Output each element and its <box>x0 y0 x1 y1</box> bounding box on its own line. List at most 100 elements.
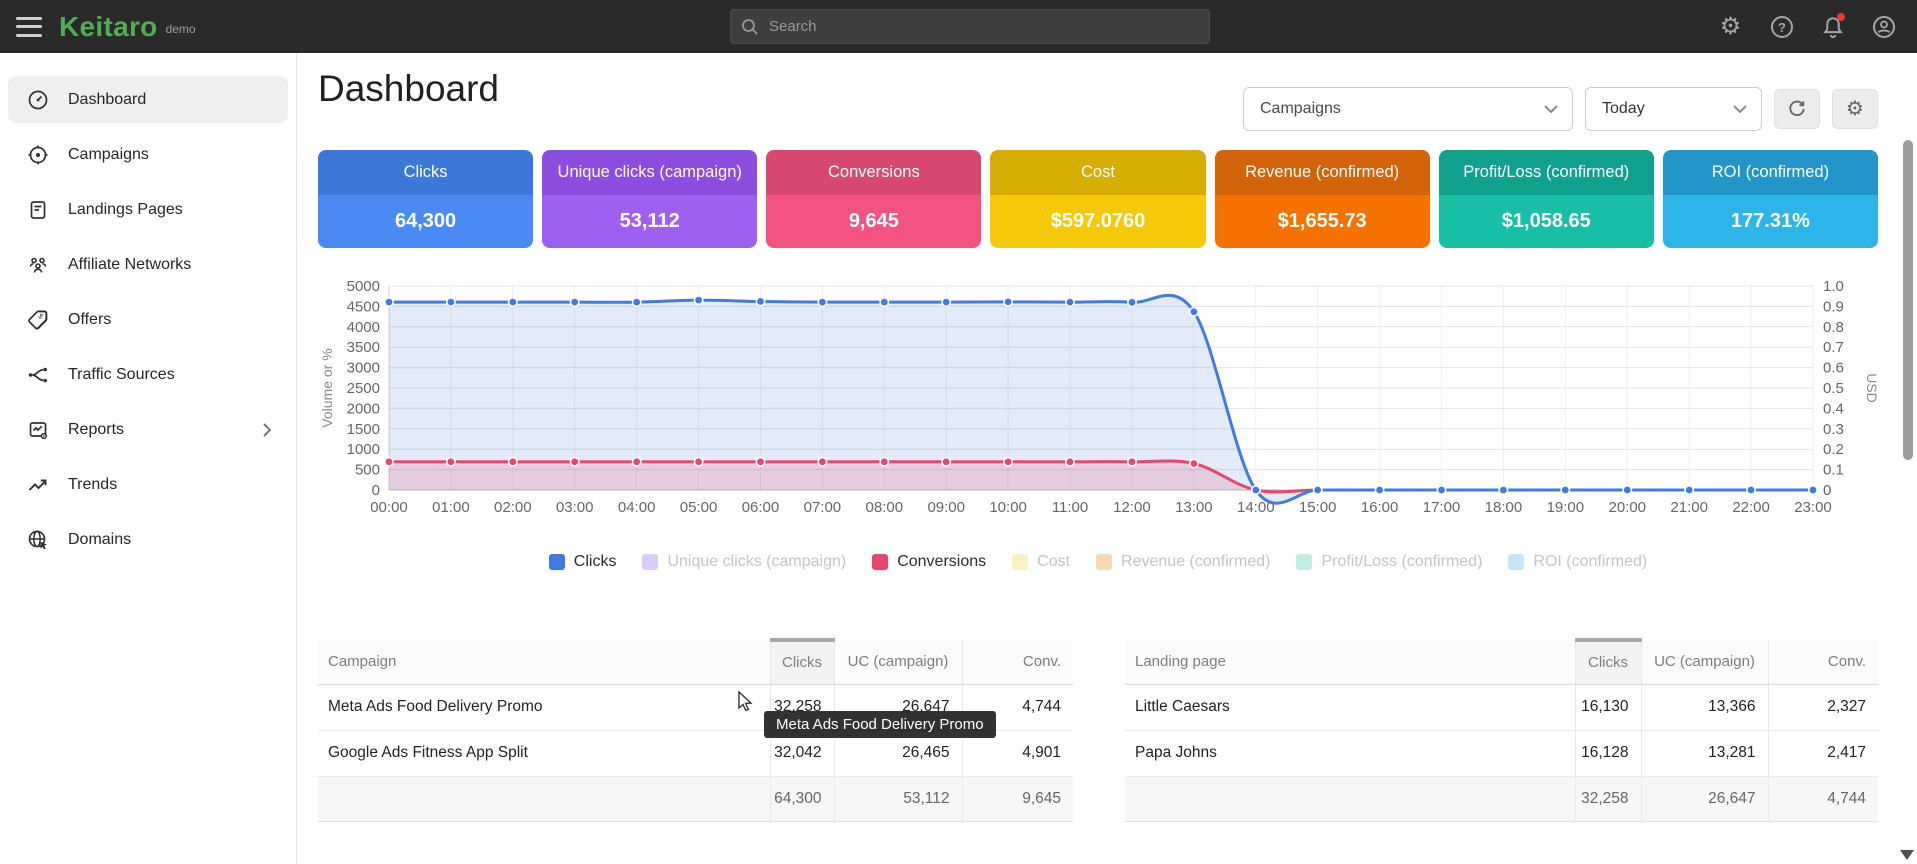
sidebar-item-landings-pages[interactable]: Landings Pages <box>8 186 288 233</box>
stat-card-cost: Cost $597.0760 <box>990 150 1205 248</box>
column-header-campaign[interactable]: Campaign <box>318 640 770 684</box>
column-header-uc-campaign[interactable]: UC (campaign) <box>1641 640 1768 684</box>
legend-item-clicks[interactable]: Clicks <box>549 553 617 571</box>
gauge-icon <box>26 88 50 112</box>
chevron-down-icon <box>1544 105 1558 114</box>
svg-text:1500: 1500 <box>347 421 380 438</box>
target-icon <box>26 143 50 167</box>
legend-item-cost[interactable]: Cost <box>1012 553 1070 571</box>
globe-cursor-icon <box>26 528 50 552</box>
svg-text:02:00: 02:00 <box>494 499 532 516</box>
people-group-icon <box>26 253 50 277</box>
legend-label: Conversions <box>897 553 986 571</box>
grouping-select-value: Campaigns <box>1260 100 1341 118</box>
stat-card-label: Cost <box>990 150 1205 195</box>
column-header-uc-campaign[interactable]: UC (campaign) <box>834 640 962 684</box>
scrollbar-thumb[interactable] <box>1903 140 1913 460</box>
traffic-split-icon <box>26 363 50 387</box>
trending-up-icon <box>26 473 50 497</box>
topbar-icons: ⚙ ? <box>1717 0 1897 53</box>
column-header-landing-page[interactable]: Landing page <box>1125 640 1575 684</box>
svg-text:05:00: 05:00 <box>680 499 718 516</box>
report-chart-icon <box>26 418 50 442</box>
svg-text:0.9: 0.9 <box>1823 298 1844 315</box>
svg-text:08:00: 08:00 <box>866 499 904 516</box>
legend-label: Clicks <box>574 553 617 571</box>
table-row[interactable]: Little Caesars 16,130 13,366 2,327 <box>1125 684 1878 730</box>
dashboard-settings-button[interactable]: ⚙ <box>1832 89 1878 129</box>
stat-card-value: 9,645 <box>766 195 981 248</box>
sidebar-item-domains[interactable]: Domains <box>8 516 288 563</box>
dashboard-line-chart: 0500100015002000250030003500400045005000… <box>318 272 1878 524</box>
sidebar-item-campaigns[interactable]: Campaigns <box>8 131 288 178</box>
footer-empty <box>1125 776 1575 821</box>
account-icon[interactable] <box>1870 13 1897 40</box>
notifications-icon[interactable] <box>1819 13 1846 40</box>
clicks-total: 32,258 <box>1575 776 1641 821</box>
grouping-select[interactable]: Campaigns <box>1243 87 1573 131</box>
legend-item-roi[interactable]: ROI (confirmed) <box>1508 553 1647 571</box>
svg-text:00:00: 00:00 <box>370 499 408 516</box>
date-range-select[interactable]: Today <box>1585 87 1762 131</box>
help-icon[interactable]: ? <box>1768 13 1795 40</box>
svg-text:11:00: 11:00 <box>1052 499 1088 516</box>
chevron-down-icon <box>1733 105 1747 114</box>
refresh-button[interactable] <box>1774 89 1820 129</box>
footer-empty <box>318 776 770 821</box>
svg-text:03:00: 03:00 <box>556 499 594 516</box>
settings-icon[interactable]: ⚙ <box>1717 13 1744 40</box>
landing-page-name[interactable]: Little Caesars <box>1125 684 1575 730</box>
legend-swatch <box>1096 554 1112 570</box>
svg-text:0.4: 0.4 <box>1823 400 1844 417</box>
legend-swatch <box>872 554 888 570</box>
stat-card-clicks: Clicks 64,300 <box>318 150 533 248</box>
legend-label: Cost <box>1037 553 1070 571</box>
svg-text:2000: 2000 <box>347 400 380 417</box>
refresh-icon <box>1786 98 1808 120</box>
document-icon <box>26 198 50 222</box>
svg-text:3000: 3000 <box>347 360 380 377</box>
sidebar-item-trends[interactable]: Trends <box>8 461 288 508</box>
search-input[interactable] <box>769 18 1199 35</box>
column-header-conv[interactable]: Conv. <box>962 640 1073 684</box>
campaign-name[interactable]: Meta Ads Food Delivery Promo <box>318 684 770 730</box>
scrollbar-down-arrow[interactable] <box>1900 850 1914 860</box>
legend-item-unique-clicks[interactable]: Unique clicks (campaign) <box>642 553 846 571</box>
svg-text:04:00: 04:00 <box>618 499 656 516</box>
stat-card-value: 53,112 <box>542 195 757 248</box>
sidebar-item-offers[interactable]: $ Offers <box>8 296 288 343</box>
svg-text:22:00: 22:00 <box>1732 499 1770 516</box>
svg-text:19:00: 19:00 <box>1547 499 1585 516</box>
svg-text:12:00: 12:00 <box>1113 499 1151 516</box>
topbar: Keitaro demo ⚙ ? <box>0 0 1917 53</box>
svg-text:21:00: 21:00 <box>1670 499 1708 516</box>
column-header-clicks-sorted[interactable]: Clicks <box>770 640 834 684</box>
legend-item-revenue[interactable]: Revenue (confirmed) <box>1096 553 1270 571</box>
legend-swatch <box>1296 554 1312 570</box>
sidebar-item-label: Domains <box>68 531 131 549</box>
table-row[interactable]: Papa Johns 16,128 13,281 2,417 <box>1125 730 1878 776</box>
sidebar-item-label: Dashboard <box>68 91 146 109</box>
legend-swatch <box>642 554 658 570</box>
settings-icon: ⚙ <box>1846 99 1864 119</box>
environment-label: demo <box>166 22 196 36</box>
sidebar-item-traffic-sources[interactable]: Traffic Sources <box>8 351 288 398</box>
legend-item-profit-loss[interactable]: Profit/Loss (confirmed) <box>1296 553 1482 571</box>
legend-item-conversions[interactable]: Conversions <box>872 553 986 571</box>
clicks-value: 16,130 <box>1575 684 1641 730</box>
global-search[interactable] <box>730 9 1210 44</box>
notification-badge <box>1837 13 1845 21</box>
column-header-clicks-sorted[interactable]: Clicks <box>1575 640 1641 684</box>
sidebar-item-affiliate-networks[interactable]: Affiliate Networks <box>8 241 288 288</box>
landing-page-name[interactable]: Papa Johns <box>1125 730 1575 776</box>
stat-card-value: $1,058.65 <box>1439 195 1654 248</box>
svg-text:0: 0 <box>1823 482 1831 499</box>
column-header-conv[interactable]: Conv. <box>1768 640 1878 684</box>
svg-text:18:00: 18:00 <box>1485 499 1523 516</box>
hamburger-menu-icon[interactable] <box>16 17 42 37</box>
campaign-name[interactable]: Google Ads Fitness App Split <box>318 730 770 776</box>
svg-text:09:00: 09:00 <box>927 499 965 516</box>
sidebar-item-reports[interactable]: Reports <box>8 406 288 453</box>
sidebar-item-dashboard[interactable]: Dashboard <box>8 76 288 123</box>
clicks-value: 16,128 <box>1575 730 1641 776</box>
